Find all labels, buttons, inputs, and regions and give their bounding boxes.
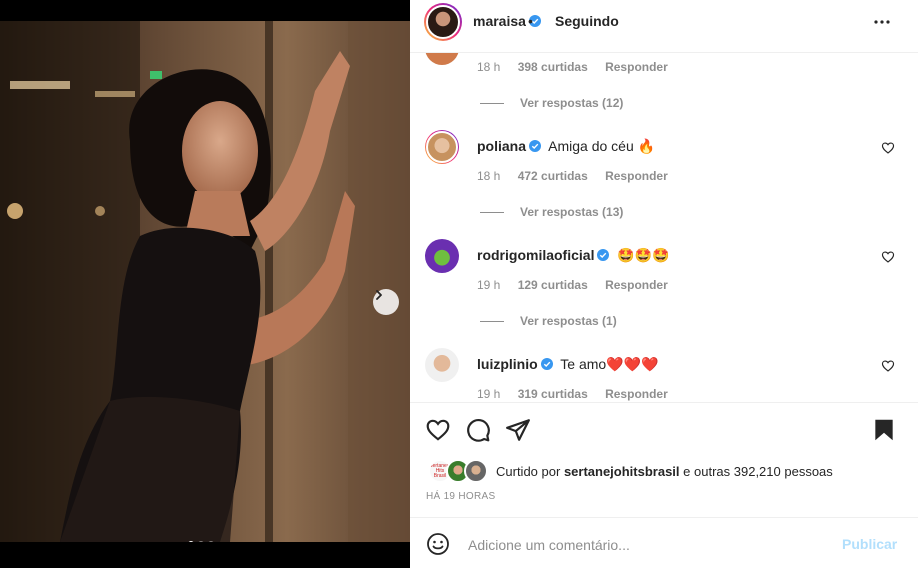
- view-replies-button[interactable]: Ver respostas (1): [480, 314, 617, 328]
- post-actions: Sertanejo Hits Brasil Curtido por sertan…: [410, 402, 918, 516]
- comment-username-text[interactable]: rodrigomilaoficial: [477, 247, 594, 263]
- share-icon[interactable]: [505, 417, 531, 443]
- comment-item: luizplinio Te amo❤️❤️❤️: [425, 348, 905, 388]
- comment-text: rodrigomilaoficial 🤩🤩🤩: [477, 247, 670, 264]
- comment-body: Amiga do céu 🔥: [548, 138, 656, 154]
- comment-avatar[interactable]: [425, 130, 459, 164]
- following-button[interactable]: Seguindo: [555, 13, 619, 29]
- comment-likes[interactable]: 129 curtidas: [518, 278, 588, 292]
- view-replies-label: Ver respostas (12): [520, 96, 624, 110]
- view-replies-button[interactable]: Ver respostas (13): [480, 205, 623, 219]
- reply-button[interactable]: Responder: [605, 278, 668, 292]
- liked-by-prefix: Curtido por: [496, 463, 561, 479]
- comment-text: luizplinio Te amo❤️❤️❤️: [477, 356, 659, 373]
- comment-username[interactable]: rodrigomilaoficial: [477, 247, 610, 263]
- liked-by: Sertanejo Hits Brasil Curtido por sertan…: [428, 459, 833, 483]
- next-slide-button[interactable]: [373, 289, 399, 315]
- comment-meta: 18 h 472 curtidas Responder: [477, 169, 682, 183]
- comment-heart-icon[interactable]: [881, 141, 895, 155]
- comment-time: 19 h: [477, 278, 501, 292]
- post-header: maraisa • Seguindo: [410, 0, 918, 53]
- comment-time: 18 h: [477, 169, 501, 183]
- comment-avatar[interactable]: [425, 239, 459, 273]
- reply-button[interactable]: Responder: [605, 387, 668, 401]
- comment-item: poliana Amiga do céu 🔥: [425, 130, 905, 170]
- comment-time: 18 h: [477, 60, 501, 74]
- carousel-dot: [208, 541, 214, 542]
- bookmark-icon[interactable]: [871, 417, 897, 443]
- liker-avatar[interactable]: [464, 459, 488, 483]
- post-side-panel: maraisa • Seguindo 18 h 398 curtidas Res…: [410, 0, 918, 568]
- comment-body: Te amo❤️❤️❤️: [560, 356, 659, 372]
- carousel-dot: [198, 541, 204, 542]
- post-media-pane: [0, 0, 410, 568]
- view-replies-button[interactable]: Ver respostas (12): [480, 96, 623, 110]
- comments-list: 18 h 398 curtidas Responder Ver resposta…: [410, 53, 918, 402]
- comment-likes[interactable]: 398 curtidas: [518, 60, 588, 74]
- chevron-right-icon: [376, 290, 382, 300]
- reply-button[interactable]: Responder: [605, 60, 668, 74]
- author-avatar[interactable]: [424, 3, 462, 41]
- comment-meta: 19 h 319 curtidas Responder: [477, 387, 682, 401]
- carousel-indicator: [188, 541, 214, 542]
- heart-icon[interactable]: [425, 417, 451, 443]
- verified-icon: [529, 140, 542, 152]
- carousel-dot-active: [188, 541, 194, 542]
- comment-item: rodrigomilaoficial 🤩🤩🤩: [425, 239, 905, 279]
- view-replies-label: Ver respostas (1): [520, 314, 617, 328]
- comment-username[interactable]: poliana: [477, 138, 542, 154]
- comment-heart-icon[interactable]: [881, 250, 895, 264]
- photo-illustration: [0, 21, 410, 542]
- comment-avatar[interactable]: [425, 53, 459, 65]
- comment-heart-icon[interactable]: [881, 359, 895, 373]
- comment-avatar[interactable]: [425, 348, 459, 382]
- comment-time: 19 h: [477, 387, 501, 401]
- verified-icon: [540, 358, 553, 370]
- liked-by-user[interactable]: sertanejohitsbrasil: [564, 464, 680, 479]
- comment-username-text[interactable]: poliana: [477, 138, 526, 154]
- emoji-icon[interactable]: [426, 532, 450, 556]
- comment-input[interactable]: [466, 529, 830, 561]
- comment-username[interactable]: luizplinio: [477, 356, 553, 372]
- more-icon[interactable]: [872, 12, 892, 32]
- view-replies-label: Ver respostas (13): [520, 205, 624, 219]
- author-username-text[interactable]: maraisa: [473, 13, 526, 29]
- reply-button[interactable]: Responder: [605, 169, 668, 183]
- publish-button[interactable]: Publicar: [842, 536, 897, 552]
- comment-text: poliana Amiga do céu 🔥: [477, 138, 655, 155]
- add-comment-bar: Publicar: [410, 517, 918, 568]
- likes-count[interactable]: e outras 392,210 pessoas: [683, 464, 833, 479]
- comment-username-text[interactable]: luizplinio: [477, 356, 538, 372]
- liked-by-text: Curtido por sertanejohitsbrasil e outras…: [496, 464, 833, 479]
- comment-meta: 19 h 129 curtidas Responder: [477, 278, 682, 292]
- comment-icon[interactable]: [465, 417, 491, 443]
- post-timestamp: HÁ 19 HORAS: [426, 491, 496, 502]
- verified-icon: [597, 249, 610, 261]
- post-photo[interactable]: [0, 21, 410, 542]
- comment-body: 🤩🤩🤩: [617, 247, 670, 263]
- header-separator: •: [528, 13, 533, 29]
- comment-likes[interactable]: 472 curtidas: [518, 169, 588, 183]
- comment-meta: 18 h 398 curtidas Responder: [477, 60, 682, 74]
- comment-likes[interactable]: 319 curtidas: [518, 387, 588, 401]
